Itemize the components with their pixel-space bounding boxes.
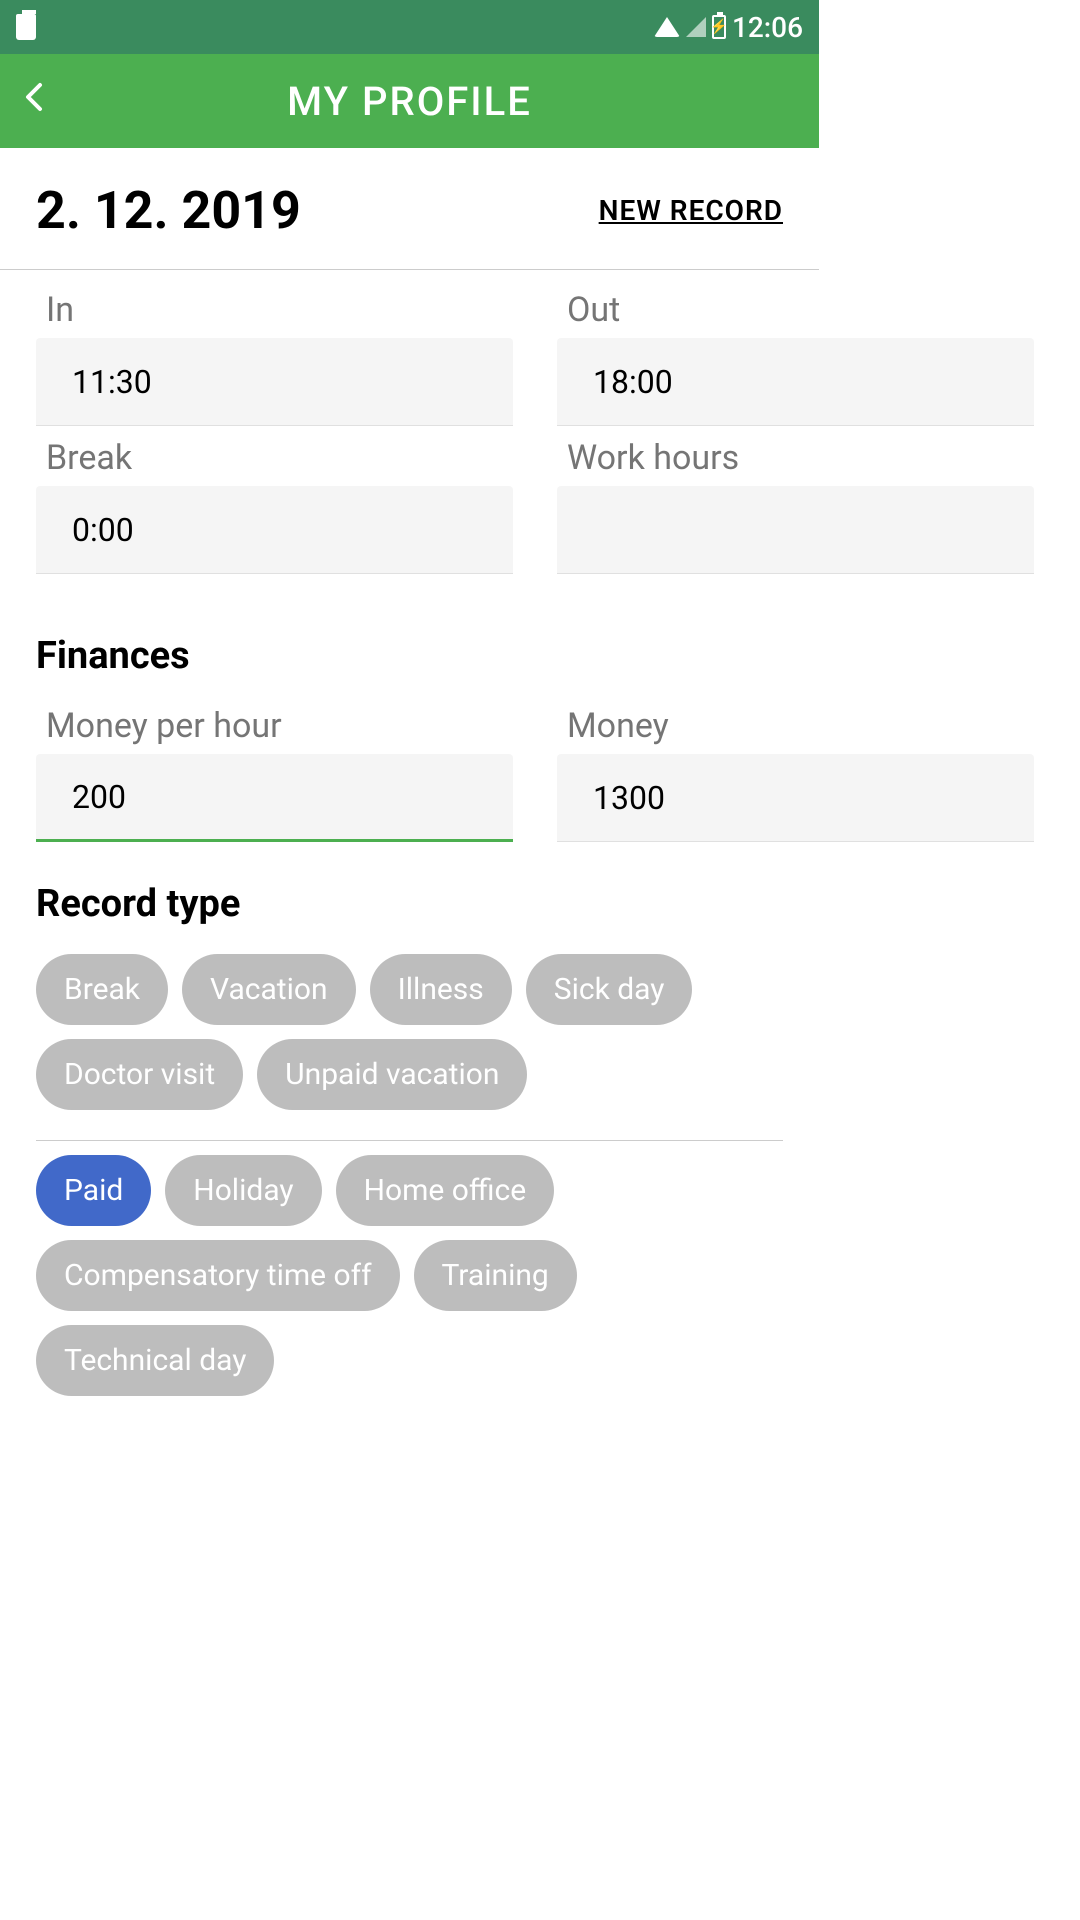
chip-sick-day[interactable]: Sick day — [526, 954, 693, 1025]
in-label: In — [36, 290, 513, 330]
money-per-hour-label: Money per hour — [36, 706, 513, 746]
break-label: Break — [36, 438, 513, 478]
status-left — [16, 14, 36, 40]
chip-home-office[interactable]: Home office — [336, 1155, 555, 1226]
finances-section: Finances Money per hour Money — [0, 634, 819, 842]
content-area: 2. 12. 2019 NEW RECORD In Out Break Work… — [0, 148, 819, 1412]
sd-card-icon — [16, 14, 36, 40]
chip-training[interactable]: Training — [414, 1240, 577, 1311]
new-record-button[interactable]: NEW RECORD — [599, 194, 783, 227]
divider — [36, 1140, 783, 1141]
out-group: Out — [557, 290, 1034, 426]
out-input[interactable] — [557, 338, 1034, 426]
wifi-icon — [654, 17, 680, 37]
record-type-section: Record type BreakVacationIllnessSick day… — [0, 882, 819, 1412]
status-bar: ⚡ 12:06 — [0, 0, 819, 54]
record-type-group2: PaidHolidayHome office Compensatory time … — [36, 1155, 783, 1412]
app-title: MY PROFILE — [287, 78, 532, 125]
money-group: Money — [557, 706, 1034, 842]
chip-holiday[interactable]: Holiday — [165, 1155, 321, 1226]
battery-charging-icon: ⚡ — [712, 15, 726, 39]
date-label: 2. 12. 2019 — [36, 180, 301, 241]
money-per-hour-input[interactable] — [36, 754, 513, 842]
chip-vacation[interactable]: Vacation — [182, 954, 356, 1025]
finances-title: Finances — [36, 634, 783, 678]
chip-break[interactable]: Break — [36, 954, 168, 1025]
work-hours-input[interactable] — [557, 486, 1034, 574]
money-per-hour-group: Money per hour — [36, 706, 513, 842]
break-input[interactable] — [36, 486, 513, 574]
back-button[interactable] — [16, 73, 52, 129]
out-label: Out — [557, 290, 1034, 330]
status-time: 12:06 — [732, 11, 803, 44]
chip-doctor-visit[interactable]: Doctor visit — [36, 1039, 243, 1110]
time-fields-section: In Out Break Work hours — [0, 270, 819, 594]
chip-illness[interactable]: Illness — [370, 954, 512, 1025]
work-hours-label: Work hours — [557, 438, 1034, 478]
chip-unpaid-vacation[interactable]: Unpaid vacation — [257, 1039, 527, 1110]
record-type-title: Record type — [36, 882, 783, 926]
chip-technical-day[interactable]: Technical day — [36, 1325, 274, 1396]
money-label: Money — [557, 706, 1034, 746]
break-group: Break — [36, 438, 513, 574]
chip-paid[interactable]: Paid — [36, 1155, 151, 1226]
status-right: ⚡ 12:06 — [654, 11, 803, 44]
signal-icon — [686, 17, 706, 37]
chip-compensatory-time-off[interactable]: Compensatory time off — [36, 1240, 400, 1311]
app-bar: MY PROFILE — [0, 54, 819, 148]
in-input[interactable] — [36, 338, 513, 426]
date-row: 2. 12. 2019 NEW RECORD — [0, 148, 819, 270]
work-hours-group: Work hours — [557, 438, 1034, 574]
chevron-left-icon — [24, 81, 44, 113]
record-type-group1: BreakVacationIllnessSick day Doctor visit… — [36, 954, 783, 1126]
in-group: In — [36, 290, 513, 426]
money-input[interactable] — [557, 754, 1034, 842]
